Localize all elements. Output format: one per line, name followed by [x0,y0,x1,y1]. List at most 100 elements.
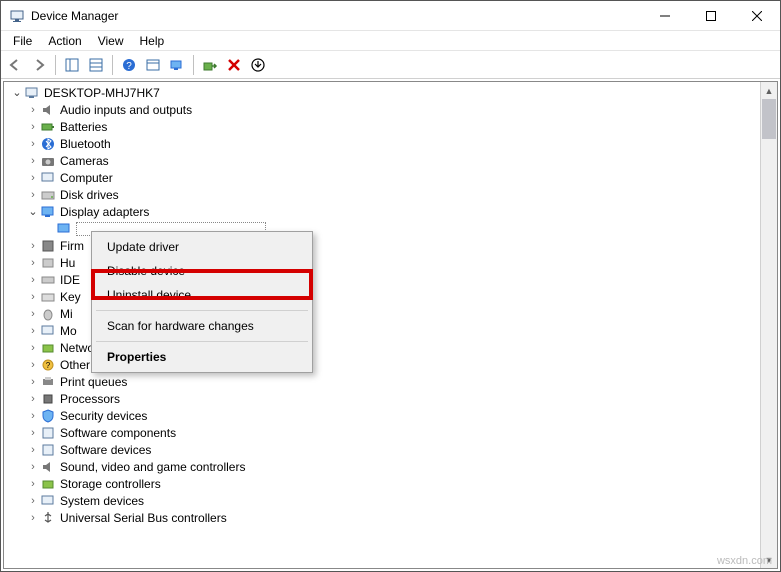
tree-root-label: DESKTOP-MHJ7HK7 [44,86,160,100]
tree-item-batteries[interactable]: Batteries [4,118,760,135]
cm-uninstall-device[interactable]: Uninstall device [95,283,309,307]
chevron-right-icon[interactable] [26,103,40,117]
tree-root[interactable]: DESKTOP-MHJ7HK7 [4,84,760,101]
svg-text:?: ? [126,61,132,72]
menu-help[interactable]: Help [132,32,173,50]
usb-icon [40,510,56,526]
tree-item-bluetooth[interactable]: Bluetooth [4,135,760,152]
cm-update-driver[interactable]: Update driver [95,235,309,259]
pc-icon [40,170,56,186]
chevron-right-icon[interactable] [26,494,40,508]
chevron-right-icon[interactable] [26,137,40,151]
properties-button[interactable] [84,53,108,77]
chevron-right-icon[interactable] [26,392,40,406]
toolbar-separator [55,55,56,75]
menubar: File Action View Help [1,31,780,51]
battery-icon [40,119,56,135]
cm-disable-device[interactable]: Disable device [95,259,309,283]
cpu-icon [40,391,56,407]
tree-item-cameras[interactable]: Cameras [4,152,760,169]
cm-properties[interactable]: Properties [95,345,309,369]
tree-item-sound[interactable]: Sound, video and game controllers [4,458,760,475]
chevron-down-icon[interactable] [26,205,40,219]
chevron-right-icon[interactable] [26,239,40,253]
software-icon [40,425,56,441]
toolbar: ? [1,51,780,79]
back-button[interactable] [3,53,27,77]
show-hide-button[interactable] [60,53,84,77]
scroll-up-icon[interactable]: ▲ [761,82,777,99]
tree-item-system[interactable]: System devices [4,492,760,509]
toolbar-separator [112,55,113,75]
help-button[interactable]: ? [117,53,141,77]
monitor-icon [40,323,56,339]
chevron-right-icon[interactable] [26,273,40,287]
shield-icon [40,408,56,424]
display-icon [56,221,72,237]
chevron-right-icon[interactable] [26,358,40,372]
tree-item-processors[interactable]: Processors [4,390,760,407]
menu-action[interactable]: Action [40,32,89,50]
enable-button[interactable] [198,53,222,77]
chevron-right-icon[interactable] [26,171,40,185]
maximize-button[interactable] [688,1,734,31]
computer-icon [24,85,40,101]
action-button[interactable] [141,53,165,77]
other-icon: ? [40,357,56,373]
chevron-right-icon[interactable] [26,443,40,457]
chevron-right-icon[interactable] [26,120,40,134]
chevron-right-icon[interactable] [26,324,40,338]
menu-separator [96,341,308,342]
ide-icon [40,272,56,288]
software-icon [40,442,56,458]
chevron-right-icon[interactable] [26,511,40,525]
storage-icon [40,476,56,492]
chevron-right-icon[interactable] [26,477,40,491]
forward-button[interactable] [27,53,51,77]
vertical-scrollbar[interactable]: ▲ ▼ [760,82,777,568]
tree-item-disk[interactable]: Disk drives [4,186,760,203]
tree-item-security[interactable]: Security devices [4,407,760,424]
tree-item-swdev[interactable]: Software devices [4,441,760,458]
tree-item-display[interactable]: Display adapters [4,203,760,220]
scan-hardware-button[interactable] [165,53,189,77]
display-icon [40,204,56,220]
chevron-right-icon[interactable] [26,460,40,474]
menu-file[interactable]: File [5,32,40,50]
tree-item-computer[interactable]: Computer [4,169,760,186]
chevron-right-icon[interactable] [26,256,40,270]
menu-separator [96,310,308,311]
window-title: Device Manager [31,9,118,23]
disable-button[interactable] [222,53,246,77]
tree-item-audio[interactable]: Audio inputs and outputs [4,101,760,118]
device-manager-window: Device Manager File Action View Help [0,0,781,572]
chevron-right-icon[interactable] [26,154,40,168]
uninstall-button[interactable] [246,53,270,77]
network-icon [40,340,56,356]
toolbar-separator [193,55,194,75]
tree-item-storage[interactable]: Storage controllers [4,475,760,492]
chevron-right-icon[interactable] [26,290,40,304]
chevron-down-icon[interactable] [10,86,24,100]
mouse-icon [40,306,56,322]
bluetooth-icon [40,136,56,152]
chevron-right-icon[interactable] [26,409,40,423]
tree-item-swcomp[interactable]: Software components [4,424,760,441]
tree-item-usb[interactable]: Universal Serial Bus controllers [4,509,760,526]
chevron-right-icon[interactable] [26,188,40,202]
menu-view[interactable]: View [90,32,132,50]
chevron-right-icon[interactable] [26,426,40,440]
tree-item-print[interactable]: Print queues [4,373,760,390]
chevron-right-icon[interactable] [26,375,40,389]
system-icon [40,493,56,509]
chip-icon [40,238,56,254]
minimize-button[interactable] [642,1,688,31]
chevron-right-icon[interactable] [26,307,40,321]
app-icon [9,8,25,24]
sound-icon [40,459,56,475]
cm-scan-hardware[interactable]: Scan for hardware changes [95,314,309,338]
chevron-right-icon[interactable] [26,341,40,355]
keyboard-icon [40,289,56,305]
close-button[interactable] [734,1,780,31]
scroll-thumb[interactable] [762,99,776,139]
